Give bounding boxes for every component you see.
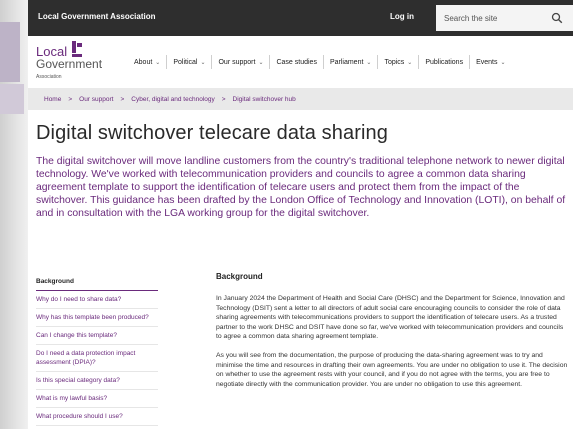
chevron-down-icon: ⌄ [407,59,413,66]
nav-item-label: Political [173,58,198,66]
breadcrumb-separator: > [120,95,125,103]
nav-item-topics[interactable]: Topics ⌄ [378,55,420,69]
nav-item-about[interactable]: About ⌄ [128,55,168,69]
section-heading: Background [216,272,263,281]
breadcrumb-home[interactable]: Home [44,96,61,103]
nav-item-label: Our support [218,58,256,66]
nav-item-label: Topics [384,58,405,66]
sidebar-item-procedure[interactable]: What procedure should I use? [36,408,158,426]
sidebar-item-why-template[interactable]: Why has this template been produced? [36,309,158,327]
breadcrumb: Home > Our support > Cyber, digital and … [28,88,573,110]
sidebar-item-dpia[interactable]: Do I need a data protection impact asses… [36,345,158,372]
backdrop-block [0,84,24,114]
nav-item-label: Parliament [329,58,364,66]
nav-item-label: Case studies [276,58,317,66]
sidebar-item-background[interactable]: Background [36,273,158,291]
intro-text: The digital switchover will move landlin… [36,156,566,219]
logo-text-association: Association [36,74,62,80]
chevron-down-icon: ⌄ [500,59,506,66]
nav-item-label: About [134,58,153,66]
nav-item-our-support[interactable]: Our support ⌄ [212,55,271,69]
nav-item-label: Publications [425,58,464,66]
nav-item-political[interactable]: Political ⌄ [167,55,213,69]
search-input[interactable] [436,5,544,31]
logo-mark-icon [72,41,82,57]
chevron-down-icon: ⌄ [366,59,372,66]
chevron-down-icon: ⌄ [155,59,161,66]
breadcrumb-separator: > [221,95,226,103]
content-paragraph: As you will see from the documentation, … [216,351,568,388]
sidebar-item-change-template[interactable]: Can I change this template? [36,327,158,345]
nav-item-events[interactable]: Events ⌄ [470,55,511,69]
web-page: Local Government Association Log in Loca… [28,0,573,429]
search-icon[interactable] [551,12,563,24]
nav-item-parliament[interactable]: Parliament ⌄ [324,55,379,69]
sidebar-item-why-share-data[interactable]: Why do I need to share data? [36,291,158,309]
top-bar: Local Government Association Log in [28,0,573,36]
breadcrumb-our-support[interactable]: Our support [79,96,113,103]
login-link[interactable]: Log in [390,12,414,21]
sidebar-item-special-category[interactable]: Is this special category data? [36,372,158,390]
nav-item-case-studies[interactable]: Case studies [270,55,324,69]
nav-item-label: Events [476,58,498,66]
sidebar-item-lawful-basis[interactable]: What is my lawful basis? [36,390,158,408]
backdrop-block [0,22,20,82]
breadcrumb-separator: > [68,95,73,103]
main-nav: About ⌄ Political ⌄ Our support ⌄ Case stud… [128,55,512,69]
content-paragraph: In January 2024 the Department of Health… [216,295,565,341]
chevron-down-icon: ⌄ [258,59,264,66]
page-title: Digital switchover telecare data sharing [36,122,388,144]
left-backdrop [0,0,28,429]
sidebar-nav: Background Why do I need to share data? … [36,273,158,426]
nav-item-publications[interactable]: Publications [419,55,471,69]
org-name[interactable]: Local Government Association [38,12,156,21]
main-content: Background In January 2024 the Departmen… [216,272,568,398]
breadcrumb-cyber-digital[interactable]: Cyber, digital and technology [131,96,214,103]
lga-logo[interactable]: Local Government Association [36,41,126,84]
logo-text-government: Government [36,57,103,71]
search-box[interactable] [436,5,573,31]
site-header: Local Government Association About ⌄ Poli… [28,36,573,88]
chevron-down-icon: ⌄ [200,59,206,66]
breadcrumb-current[interactable]: Digital switchover hub [233,96,296,103]
